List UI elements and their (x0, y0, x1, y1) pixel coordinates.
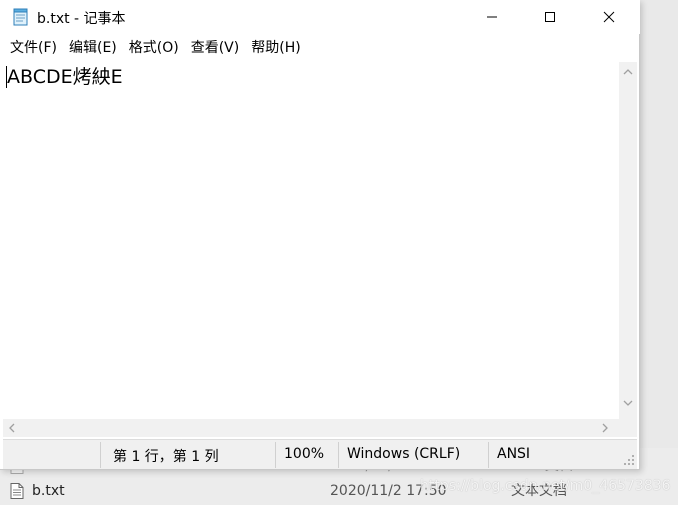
status-divider (100, 442, 101, 468)
maximize-icon (545, 12, 555, 22)
window-title: b.txt - 记事本 (37, 11, 126, 27)
scroll-right-icon[interactable] (601, 423, 609, 433)
vertical-scrollbar[interactable] (619, 62, 637, 419)
maximize-button[interactable] (521, 0, 579, 34)
editor-content: ABCDE烤紻E (7, 66, 123, 88)
status-divider (488, 442, 489, 468)
menu-format[interactable]: 格式(O) (125, 36, 183, 60)
scroll-left-icon[interactable] (8, 423, 16, 433)
status-divider (338, 442, 339, 468)
menu-edit[interactable]: 编辑(E) (65, 36, 121, 60)
menu-file[interactable]: 文件(F) (6, 36, 61, 60)
cursor-position: 第 1 行，第 1 列 (113, 449, 219, 465)
close-button[interactable] (580, 0, 638, 34)
watermark: https://blog.csdn.net/m0_46573836 (420, 478, 671, 494)
status-divider (275, 442, 276, 468)
horizontal-scrollbar[interactable] (3, 419, 619, 437)
notepad-window: b.txt - 记事本 文件(F) 编辑(E) 格式(O) 查看(V) 帮助(H… (0, 0, 640, 470)
scroll-down-icon[interactable] (623, 399, 633, 407)
screen: Uninstall.xml 2020/10/29 12:03 XML 文档 b.… (0, 0, 678, 505)
close-icon (603, 11, 615, 23)
text-editor[interactable]: ABCDE烤紻E (3, 62, 621, 419)
text-file-icon (10, 483, 24, 499)
encoding: ANSI (497, 446, 531, 462)
resize-grip-icon[interactable] (623, 454, 635, 466)
menu-help[interactable]: 帮助(H) (247, 36, 304, 60)
minimize-button[interactable] (463, 0, 521, 34)
minimize-icon (487, 16, 497, 18)
scrollbar-corner (619, 419, 637, 437)
notepad-icon (13, 8, 28, 26)
zoom-level: 100% (284, 446, 325, 462)
file-name: b.txt (32, 483, 65, 499)
title-bar[interactable]: b.txt - 记事本 (0, 0, 640, 34)
menu-view[interactable]: 查看(V) (187, 36, 244, 60)
status-bar: 第 1 行，第 1 列 100% Windows (CRLF) ANSI (3, 439, 637, 469)
scroll-up-icon[interactable] (623, 68, 633, 76)
menu-bar: 文件(F) 编辑(E) 格式(O) 查看(V) 帮助(H) (0, 36, 640, 60)
line-ending: Windows (CRLF) (347, 446, 461, 462)
